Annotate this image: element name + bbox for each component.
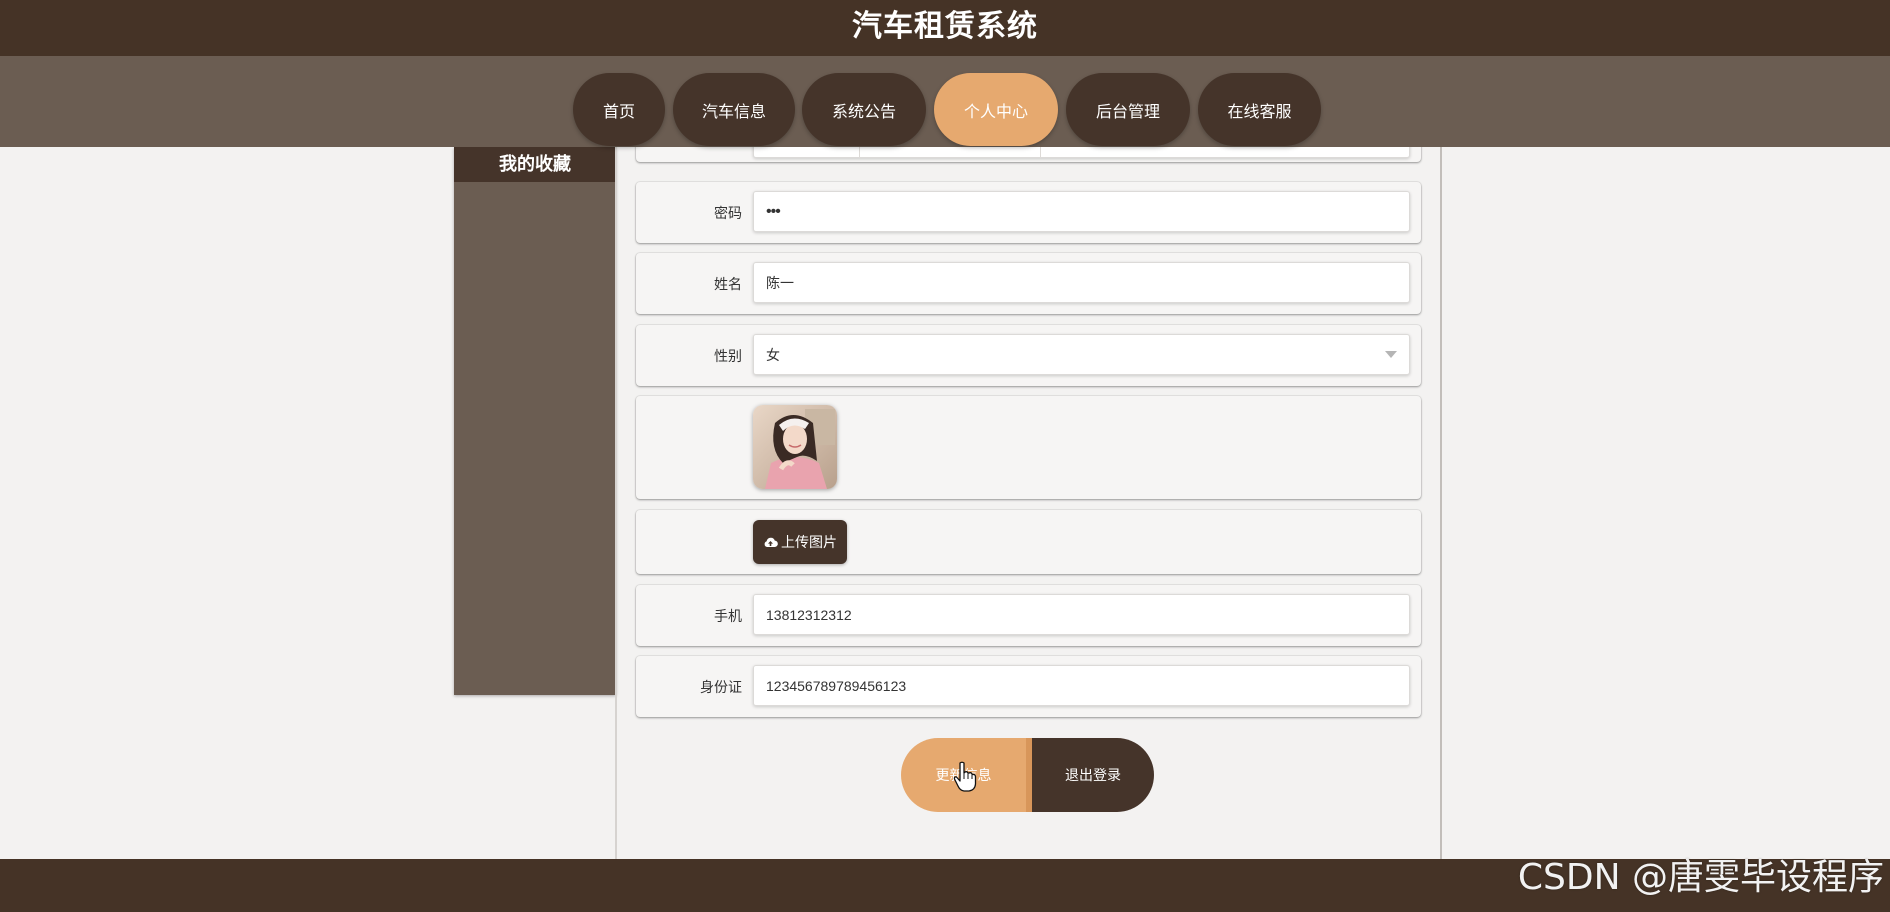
app-header: 汽车租赁系统 (0, 0, 1890, 56)
sidebar-item-favorites[interactable]: 我的收藏 (454, 147, 616, 182)
name-label: 姓名 (714, 275, 742, 292)
password-field[interactable]: ••• (753, 191, 1410, 232)
watermark: CSDN @唐雯毕设程序 (1517, 857, 1884, 898)
nav-item-announcements[interactable]: 系统公告 (802, 73, 926, 146)
name-field[interactable]: 陈一 (753, 262, 1410, 303)
form-row-gender: 性别 女 (636, 325, 1421, 386)
gender-select[interactable]: 女 (753, 334, 1410, 375)
logout-button[interactable]: 退出登录 (1032, 738, 1154, 812)
gender-label: 性别 (714, 347, 742, 364)
phone-label: 手机 (714, 607, 742, 624)
id-card-field[interactable]: 123456789789456123 (753, 665, 1410, 706)
id-card-label: 身份证 (700, 678, 742, 695)
phone-field[interactable]: 13812312312 (753, 594, 1410, 635)
gender-value: 女 (766, 346, 780, 363)
nav-item-car-info[interactable]: 汽车信息 (673, 73, 795, 146)
form-row-id-card: 身份证 123456789789456123 (636, 656, 1421, 717)
form-row-name: 姓名 陈一 (636, 253, 1421, 314)
nav-item-personal-center[interactable]: 个人中心 (934, 73, 1058, 146)
chevron-down-icon (1385, 351, 1397, 358)
nav-item-online-service[interactable]: 在线客服 (1198, 73, 1321, 146)
upload-image-label: 上传图片 (781, 534, 837, 550)
form-row-upload: 上传图片 (636, 510, 1421, 574)
avatar[interactable] (753, 405, 837, 489)
cloud-upload-icon (764, 537, 778, 548)
nav-bar: 首页 汽车信息 系统公告 个人中心 后台管理 在线客服 (0, 56, 1890, 147)
app-title: 汽车租赁系统 (852, 10, 1038, 43)
sidebar: 我的收藏 (454, 147, 616, 695)
form-row-phone: 手机 13812312312 (636, 585, 1421, 646)
form-row-avatar (636, 396, 1421, 499)
nav-item-home[interactable]: 首页 (573, 73, 665, 146)
form-row-password: 密码 ••• (636, 182, 1421, 243)
avatar-photo (753, 405, 837, 489)
nav-item-admin[interactable]: 后台管理 (1066, 73, 1190, 146)
hand-pointer-icon (953, 761, 977, 792)
upload-image-button[interactable]: 上传图片 (753, 520, 847, 564)
password-label: 密码 (714, 204, 742, 221)
